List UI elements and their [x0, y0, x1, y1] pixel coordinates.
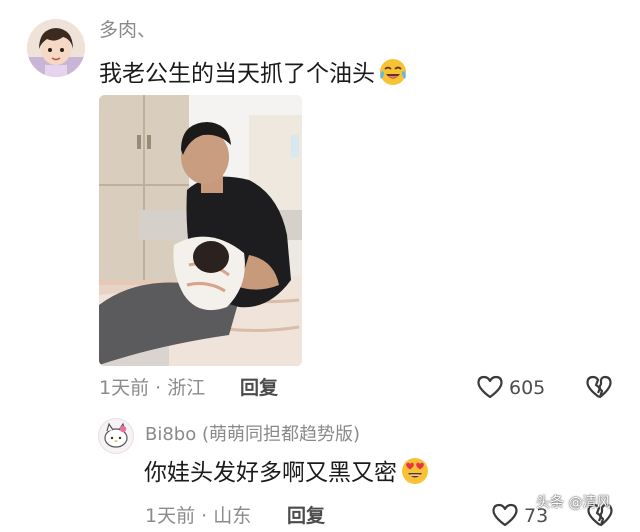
- dislike-broken-heart-icon[interactable]: [585, 374, 613, 404]
- reply-text: 你娃头发好多啊又黑又密: [144, 456, 430, 494]
- reply-username[interactable]: Bi8bo (萌萌同担都趋势版): [145, 423, 360, 447]
- heart-eyes-face-icon: [400, 456, 430, 494]
- crying-laughing-face-icon: [378, 57, 408, 95]
- comment-meta: 1天前 · 浙江: [99, 377, 206, 399]
- reply-reply-button[interactable]: 回复: [287, 504, 325, 528]
- reply-button[interactable]: 回复: [240, 376, 278, 400]
- man-holding-newborn-photo[interactable]: [99, 95, 302, 366]
- reply-meta: 1天前 · 山东: [145, 505, 252, 527]
- source-watermark: 头条 @清风: [536, 495, 611, 511]
- reply-user-avatar[interactable]: [98, 418, 134, 454]
- like-count: 605: [509, 377, 546, 399]
- user-avatar[interactable]: [27, 19, 85, 77]
- like-heart-icon[interactable]: [476, 374, 504, 404]
- comment-text-content: 我老公生的当天抓了个油头: [99, 61, 375, 87]
- reply-text-content: 你娃头发好多啊又黑又密: [144, 460, 397, 486]
- comment-username[interactable]: 多肉、: [99, 18, 156, 42]
- comment-text: 我老公生的当天抓了个油头: [99, 57, 408, 95]
